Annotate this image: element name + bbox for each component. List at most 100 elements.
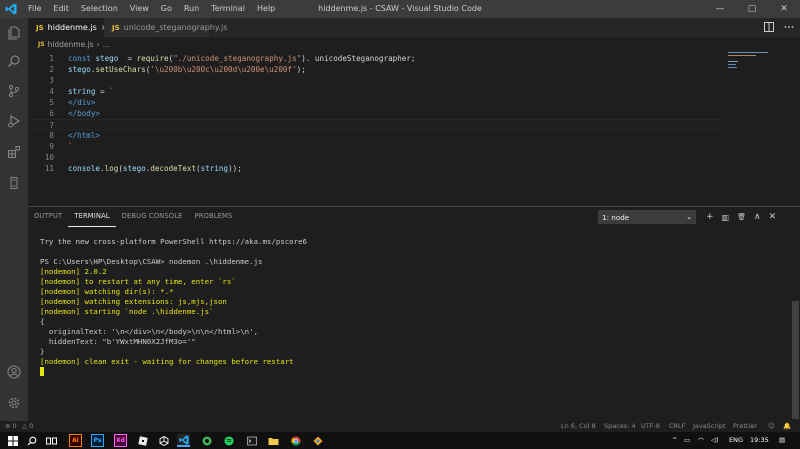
menu-selection[interactable]: Selection (75, 0, 124, 18)
github-desktop-icon[interactable] (200, 434, 213, 447)
file-explorer-icon[interactable] (267, 434, 280, 447)
indentation[interactable]: Spaces: 4 (604, 421, 636, 432)
breadcrumb-file[interactable]: hiddenme.js (48, 40, 94, 49)
windows-start-icon[interactable] (6, 434, 19, 447)
terminal-scrollbar[interactable] (792, 301, 799, 419)
split-editor-icon[interactable] (764, 21, 774, 34)
code-line[interactable]: 6 </body> (28, 108, 722, 119)
code-editor[interactable]: 1 const stego = require("./unicode_stegan… (28, 50, 800, 206)
tab-debug-console[interactable]: DEBUG CONSOLE (116, 207, 189, 227)
run-debug-icon[interactable] (0, 108, 28, 134)
terminal-line: originalText: '\n</div>\n</body>\n\n</ht… (40, 327, 259, 336)
minimap-line (728, 52, 768, 53)
minimap-line (728, 55, 756, 56)
minimize-button[interactable]: — (704, 0, 736, 18)
warnings-count[interactable]: △ 0 (22, 421, 33, 432)
spotify-icon[interactable] (222, 434, 235, 447)
notifications-icon[interactable]: 🔔 (783, 421, 791, 432)
language-mode[interactable]: JavaScript (693, 421, 726, 432)
unity-icon[interactable] (157, 434, 170, 447)
code-token: stego (95, 54, 119, 63)
code-text: stego.setUseChars('\u200b\u200c\u200d\u2… (68, 64, 306, 75)
formatter[interactable]: Prettier (733, 421, 757, 432)
network-icon[interactable]: ◠ (698, 432, 704, 449)
code-text: </div> (68, 97, 95, 108)
code-line[interactable]: 7 (28, 119, 722, 130)
account-icon[interactable] (0, 359, 28, 385)
line-endings[interactable]: CRLF (669, 421, 685, 432)
errors-count[interactable]: ⊗ 0 (5, 421, 17, 432)
code-token: "./unicode_steganography.js" (173, 54, 302, 63)
gear-icon[interactable] (0, 390, 28, 416)
code-token: decodeText (150, 164, 197, 173)
code-token: const (68, 54, 96, 63)
terminal-line: [nodemon] clean exit - waiting for chang… (40, 357, 294, 366)
photoshop-icon[interactable]: Ps (91, 434, 104, 447)
close-panel-button[interactable]: ✕ (769, 212, 777, 222)
maximize-panel-button[interactable]: ∧ (754, 212, 761, 222)
tab-hiddenme-js[interactable]: JS hiddenme.js × (28, 18, 107, 37)
code-line[interactable]: 4 string = ` (28, 86, 722, 97)
clock-time[interactable]: 19:35 (750, 432, 769, 449)
encoding[interactable]: UTF-8 (641, 421, 660, 432)
cursor-position[interactable]: Ln 6, Col 8 (561, 421, 596, 432)
close-window-button[interactable]: ✕ (768, 0, 800, 18)
code-text: </html> (68, 130, 100, 141)
app-icon[interactable] (311, 434, 324, 447)
vscode-taskbar-icon[interactable] (177, 434, 190, 447)
remote-explorer-icon[interactable] (0, 170, 28, 196)
search-icon[interactable] (25, 434, 38, 447)
cmd-icon[interactable] (245, 434, 258, 447)
code-line[interactable]: 5 </div> (28, 97, 722, 108)
volume-icon[interactable]: ◁) (711, 432, 719, 449)
maximize-button[interactable]: ▢ (736, 0, 768, 18)
menu-help[interactable]: Help (251, 0, 281, 18)
panel-tabs: OUTPUT TERMINAL DEBUG CONSOLE PROBLEMS (28, 207, 238, 227)
minimap-line (728, 61, 738, 62)
more-actions-icon[interactable] (784, 22, 794, 34)
roblox-icon[interactable] (136, 434, 149, 447)
minimap-line (728, 67, 737, 68)
extensions-icon[interactable] (0, 139, 28, 165)
code-token: require (136, 54, 169, 63)
trash-icon[interactable]: 🗑 (737, 213, 746, 221)
terminal-select[interactable]: 1: node ⌄ (598, 210, 696, 224)
menu-edit[interactable]: Edit (47, 0, 75, 18)
source-control-icon[interactable] (0, 78, 28, 104)
menu-view[interactable]: View (124, 0, 155, 18)
task-view-icon[interactable] (45, 434, 58, 447)
tab-problems[interactable]: PROBLEMS (189, 207, 239, 227)
chrome-icon[interactable] (289, 434, 302, 447)
line-number: 11 (44, 164, 54, 173)
code-line[interactable]: 8 </html> (28, 130, 722, 141)
battery-icon[interactable]: ▭ (684, 432, 690, 449)
minimap-line (728, 64, 736, 65)
tab-unicode-steganography-js[interactable]: JS unicode_steganography.js (104, 18, 227, 37)
menu-terminal[interactable]: Terminal (205, 0, 251, 18)
input-language[interactable]: ENG (729, 432, 743, 449)
tab-output[interactable]: OUTPUT (28, 207, 68, 227)
show-hidden-icons[interactable]: ^ (672, 432, 677, 449)
breadcrumb-more[interactable]: … (103, 40, 111, 49)
action-center-icon[interactable]: ▤ (779, 432, 785, 449)
terminal-line: [nodemon] 2.0.2 (40, 267, 107, 276)
code-line[interactable]: 9 ` (28, 141, 722, 152)
split-terminal-button[interactable]: ▥ (722, 213, 730, 222)
code-line[interactable]: 1 const stego = require("./unicode_stegan… (28, 53, 722, 64)
illustrator-icon[interactable]: Ai (69, 434, 82, 447)
code-token: stego (68, 65, 91, 74)
menu-run[interactable]: Run (178, 0, 205, 18)
code-line[interactable]: 10 (28, 152, 722, 163)
code-line[interactable]: 2 stego.setUseChars('\u200b\u200c\u200d\u… (28, 64, 722, 75)
menu-file[interactable]: File (22, 0, 47, 18)
search-icon[interactable] (0, 48, 28, 74)
feedback-icon[interactable]: ☺ (768, 421, 775, 432)
menu-go[interactable]: Go (155, 0, 178, 18)
explorer-icon[interactable] (0, 20, 28, 46)
tab-terminal[interactable]: TERMINAL (68, 207, 116, 227)
new-terminal-button[interactable]: + (706, 212, 714, 222)
minimap[interactable] (728, 50, 800, 206)
xd-icon[interactable]: Xd (114, 434, 127, 447)
code-line[interactable]: 3 (28, 75, 722, 86)
code-line[interactable]: 11 console.log(stego.decodeText(string)); (28, 163, 722, 174)
